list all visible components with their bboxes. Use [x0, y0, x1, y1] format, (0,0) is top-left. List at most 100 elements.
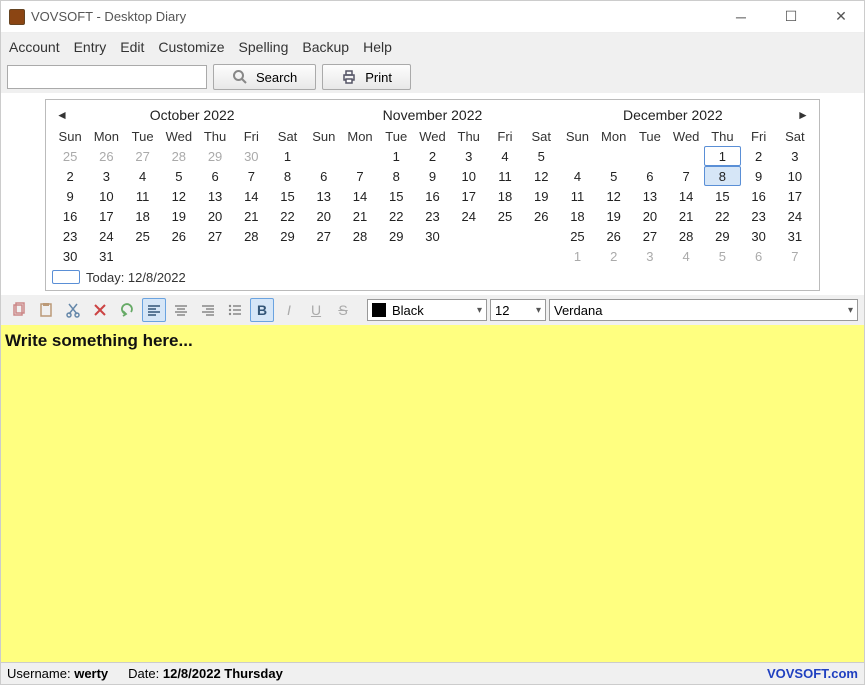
calendar-day[interactable]: 1 [704, 146, 740, 166]
calendar-day[interactable]: 28 [161, 146, 197, 166]
calendar-day[interactable]: 27 [306, 226, 342, 246]
calendar-day[interactable]: 12 [523, 166, 559, 186]
calendar-day[interactable]: 22 [269, 206, 305, 226]
calendar-day[interactable]: 31 [88, 246, 124, 266]
calendar-day[interactable]: 19 [161, 206, 197, 226]
search-input[interactable] [7, 65, 207, 89]
calendar-day[interactable]: 18 [559, 206, 595, 226]
calendar-day[interactable]: 13 [632, 186, 668, 206]
align-center-button[interactable] [169, 298, 193, 322]
calendar-day[interactable]: 25 [52, 146, 88, 166]
calendar-day[interactable]: 10 [88, 186, 124, 206]
align-right-button[interactable] [196, 298, 220, 322]
calendar-day[interactable]: 1 [559, 246, 595, 266]
align-left-button[interactable] [142, 298, 166, 322]
calendar-day[interactable]: 16 [741, 186, 777, 206]
calendar-day[interactable]: 2 [52, 166, 88, 186]
calendar-day[interactable]: 20 [197, 206, 233, 226]
calendar-day[interactable]: 29 [269, 226, 305, 246]
calendar-day[interactable]: 20 [306, 206, 342, 226]
calendar-day[interactable]: 24 [451, 206, 487, 226]
calendar-day[interactable]: 23 [52, 226, 88, 246]
calendar-day[interactable]: 14 [668, 186, 704, 206]
calendar-day[interactable]: 7 [342, 166, 378, 186]
calendar-day[interactable]: 30 [414, 226, 450, 246]
calendar-day[interactable]: 7 [233, 166, 269, 186]
calendar-day[interactable]: 9 [52, 186, 88, 206]
calendar-day[interactable]: 30 [233, 146, 269, 166]
calendar-day[interactable]: 17 [777, 186, 813, 206]
calendar-day[interactable]: 25 [559, 226, 595, 246]
brand-link[interactable]: VOVSOFT.com [767, 666, 858, 681]
diary-editor[interactable]: Write something here... [1, 325, 864, 662]
calendar-day[interactable]: 10 [777, 166, 813, 186]
calendar-day[interactable]: 17 [451, 186, 487, 206]
calendar-day[interactable]: 8 [704, 166, 740, 186]
calendar-day[interactable]: 21 [233, 206, 269, 226]
menu-spelling[interactable]: Spelling [239, 39, 289, 55]
italic-button[interactable]: I [277, 298, 301, 322]
close-button[interactable]: ✕ [826, 7, 856, 27]
calendar-day[interactable]: 4 [559, 166, 595, 186]
paste-button[interactable] [34, 298, 58, 322]
calendar-day[interactable]: 28 [342, 226, 378, 246]
calendar-day[interactable]: 26 [523, 206, 559, 226]
underline-button[interactable]: U [304, 298, 328, 322]
calendar-day[interactable]: 16 [414, 186, 450, 206]
calendar-day[interactable]: 30 [52, 246, 88, 266]
calendar-day[interactable]: 11 [487, 166, 523, 186]
calendar-day[interactable]: 11 [559, 186, 595, 206]
calendar-day[interactable]: 1 [378, 146, 414, 166]
next-month-button[interactable]: ► [793, 108, 813, 122]
calendar-day[interactable]: 6 [306, 166, 342, 186]
calendar-day[interactable]: 5 [704, 246, 740, 266]
calendar-day[interactable]: 6 [741, 246, 777, 266]
month-label-2[interactable]: December 2022 [553, 107, 793, 123]
print-button[interactable]: Print [322, 64, 411, 90]
calendar-day[interactable]: 20 [632, 206, 668, 226]
calendar-day[interactable]: 4 [668, 246, 704, 266]
calendar-day[interactable]: 27 [124, 146, 160, 166]
calendar-day[interactable]: 8 [378, 166, 414, 186]
calendar-day[interactable]: 24 [88, 226, 124, 246]
calendar-day[interactable]: 29 [704, 226, 740, 246]
undo-button[interactable] [115, 298, 139, 322]
minimize-button[interactable]: ─ [726, 7, 756, 27]
menu-backup[interactable]: Backup [302, 39, 349, 55]
calendar-day[interactable]: 16 [52, 206, 88, 226]
cut-button[interactable] [61, 298, 85, 322]
calendar-day[interactable]: 25 [487, 206, 523, 226]
calendar-day[interactable]: 9 [741, 166, 777, 186]
calendar-day[interactable]: 29 [378, 226, 414, 246]
calendar-day[interactable]: 7 [777, 246, 813, 266]
calendar-day[interactable]: 28 [668, 226, 704, 246]
calendar-day[interactable]: 27 [197, 226, 233, 246]
calendar-day[interactable]: 4 [124, 166, 160, 186]
calendar-day[interactable]: 7 [668, 166, 704, 186]
calendar-day[interactable]: 29 [197, 146, 233, 166]
calendar-day[interactable]: 8 [269, 166, 305, 186]
calendar-day[interactable]: 15 [269, 186, 305, 206]
calendar-day[interactable]: 5 [596, 166, 632, 186]
month-label-1[interactable]: November 2022 [312, 107, 552, 123]
calendar-day[interactable]: 12 [161, 186, 197, 206]
calendar-day[interactable]: 6 [632, 166, 668, 186]
calendar-day[interactable]: 2 [414, 146, 450, 166]
calendar-day[interactable]: 2 [596, 246, 632, 266]
bullet-list-button[interactable] [223, 298, 247, 322]
today-link[interactable]: Today: 12/8/2022 [52, 266, 813, 288]
menu-edit[interactable]: Edit [120, 39, 144, 55]
menu-account[interactable]: Account [9, 39, 60, 55]
maximize-button[interactable]: ☐ [776, 7, 806, 27]
calendar-day[interactable]: 26 [161, 226, 197, 246]
font-size-select[interactable]: 12 ▾ [490, 299, 546, 321]
calendar-day[interactable]: 21 [668, 206, 704, 226]
copy-button[interactable] [7, 298, 31, 322]
calendar-day[interactable]: 18 [487, 186, 523, 206]
calendar-day[interactable]: 17 [88, 206, 124, 226]
menu-help[interactable]: Help [363, 39, 392, 55]
calendar-day[interactable]: 3 [632, 246, 668, 266]
calendar-day[interactable]: 3 [88, 166, 124, 186]
color-select[interactable]: Black ▾ [367, 299, 487, 321]
calendar-day[interactable]: 31 [777, 226, 813, 246]
